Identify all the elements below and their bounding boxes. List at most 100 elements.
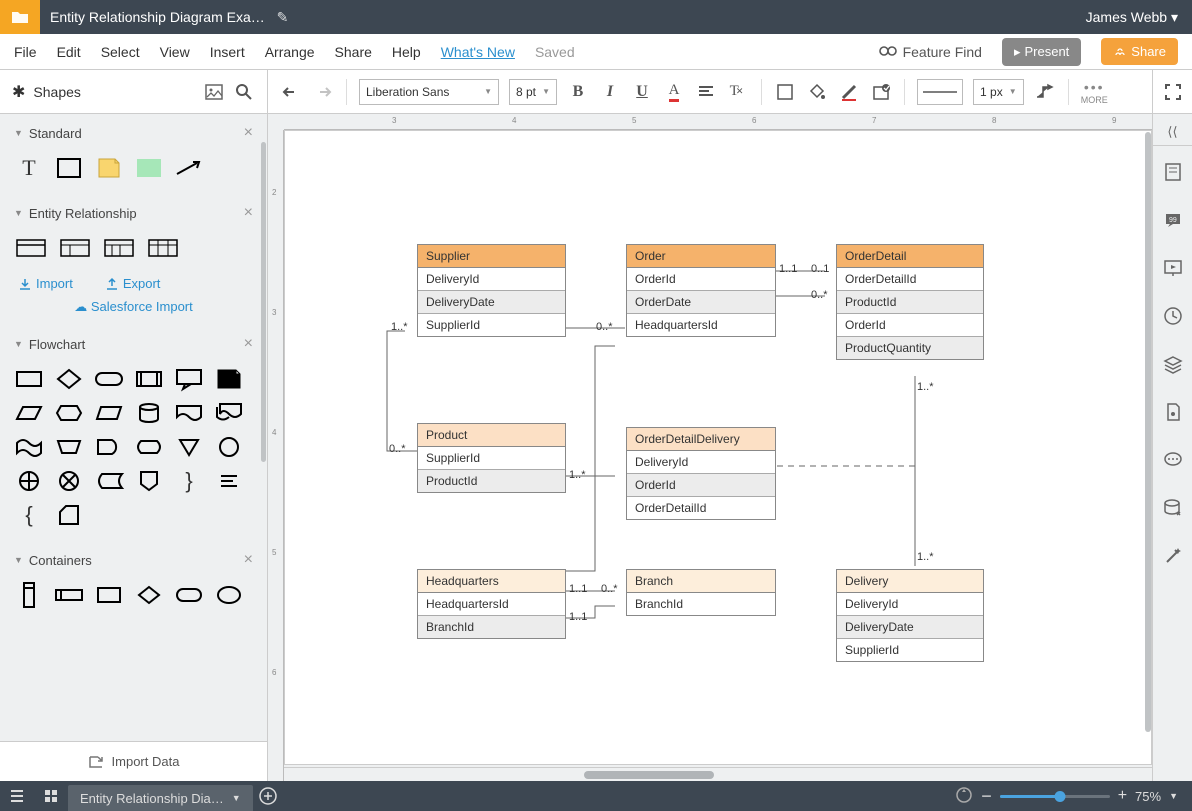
dock-history-icon[interactable] — [1153, 294, 1192, 338]
arrow-shape[interactable] — [174, 156, 204, 180]
fc-sum[interactable] — [14, 469, 44, 493]
table-branch[interactable]: Branch BranchId — [626, 569, 776, 616]
undo-icon[interactable] — [280, 81, 302, 103]
gear-icon[interactable]: ✱ — [12, 82, 25, 102]
salesforce-import-button[interactable]: ☁ Salesforce Import — [0, 299, 267, 325]
list-icon[interactable] — [0, 781, 34, 811]
fc-card[interactable] — [54, 503, 84, 527]
table-order[interactable]: Order OrderId OrderDate HeadquartersId — [626, 244, 776, 337]
fc-delay[interactable] — [94, 435, 124, 459]
cont-lane-v[interactable] — [14, 583, 44, 607]
canvas-hscrollbar[interactable] — [284, 767, 1152, 781]
close-icon[interactable]: × — [244, 124, 253, 142]
fc-diamond[interactable] — [54, 367, 84, 391]
menu-select[interactable]: Select — [101, 44, 140, 60]
table-headquarters[interactable]: Headquarters HeadquartersId BranchId — [417, 569, 566, 639]
underline-button[interactable]: U — [631, 81, 653, 103]
import-data-button[interactable]: Import Data — [0, 741, 267, 781]
border-button[interactable] — [838, 81, 860, 103]
fc-tape[interactable] — [14, 435, 44, 459]
fc-trap[interactable] — [14, 401, 44, 425]
cont-diamond[interactable] — [134, 583, 164, 607]
table-orderdetail[interactable]: OrderDetail OrderDetailId ProductId Orde… — [836, 244, 984, 360]
shape-button[interactable] — [774, 81, 796, 103]
document-title[interactable]: Entity Relationship Diagram Exa… ✎ — [40, 9, 1072, 26]
folder-icon[interactable] — [0, 0, 40, 34]
cont-rect[interactable] — [94, 583, 124, 607]
zoom-slider[interactable] — [1000, 795, 1110, 798]
dock-collapse-icon[interactable]: ⟨⟨ — [1153, 118, 1192, 146]
fc-brace-r[interactable]: } — [174, 469, 204, 493]
text-shape[interactable]: T — [14, 156, 44, 180]
menu-arrange[interactable]: Arrange — [265, 44, 315, 60]
fc-display[interactable] — [134, 435, 164, 459]
add-page-button[interactable] — [253, 787, 283, 805]
fc-storage[interactable] — [94, 469, 124, 493]
fc-callout[interactable] — [174, 367, 204, 391]
dock-data-icon[interactable] — [1153, 486, 1192, 530]
zoom-value[interactable]: 75% — [1135, 789, 1161, 804]
table-delivery[interactable]: Delivery DeliveryId DeliveryDate Supplie… — [836, 569, 984, 662]
menu-view[interactable]: View — [160, 44, 190, 60]
dock-chat-icon[interactable] — [1153, 438, 1192, 482]
er-import-button[interactable]: Import — [18, 276, 73, 291]
fc-extract[interactable] — [174, 435, 204, 459]
dock-magic-icon[interactable] — [1153, 534, 1192, 578]
menu-insert[interactable]: Insert — [210, 44, 245, 60]
fc-db[interactable] — [134, 401, 164, 425]
menu-file[interactable]: File — [14, 44, 37, 60]
er-export-button[interactable]: Export — [105, 276, 161, 291]
fc-rect[interactable] — [14, 367, 44, 391]
fc-doc[interactable] — [174, 401, 204, 425]
cont-pill[interactable] — [174, 583, 204, 607]
panel-containers-header[interactable]: ▼Containers× — [0, 541, 267, 579]
er-table-1[interactable] — [14, 236, 48, 260]
table-supplier[interactable]: Supplier DeliveryId DeliveryDate Supplie… — [417, 244, 566, 337]
fc-offpage[interactable] — [134, 469, 164, 493]
er-table-2[interactable] — [58, 236, 92, 260]
fc-para[interactable] — [94, 401, 124, 425]
fontsize-select[interactable]: 8 pt — [509, 79, 557, 105]
fc-list[interactable] — [214, 469, 244, 493]
align-button[interactable] — [695, 81, 717, 103]
table-product[interactable]: Product SupplierId ProductId — [417, 423, 566, 493]
close-icon[interactable]: × — [244, 551, 253, 569]
er-table-3[interactable] — [102, 236, 136, 260]
panel-er-header[interactable]: ▼Entity Relationship× — [0, 194, 267, 232]
close-icon[interactable]: × — [244, 204, 253, 222]
canvas[interactable]: Supplier DeliveryId DeliveryDate Supplie… — [284, 130, 1152, 765]
fc-terminator[interactable] — [94, 367, 124, 391]
fc-manual[interactable] — [54, 435, 84, 459]
pencil-icon[interactable]: ✎ — [277, 9, 289, 25]
close-icon[interactable]: × — [244, 335, 253, 353]
redo-icon[interactable] — [312, 81, 334, 103]
line-width-select[interactable]: 1 px — [973, 79, 1024, 105]
line-route-button[interactable] — [1034, 81, 1056, 103]
line-style-select[interactable] — [917, 79, 963, 105]
clear-format-button[interactable]: T✕ — [727, 81, 749, 103]
fc-connector[interactable] — [214, 435, 244, 459]
cont-ellipse[interactable] — [214, 583, 244, 607]
menu-edit[interactable]: Edit — [57, 44, 81, 60]
fc-note[interactable] — [214, 367, 244, 391]
er-table-4[interactable] — [146, 236, 180, 260]
fc-predef[interactable] — [134, 367, 164, 391]
zoom-in-button[interactable]: + — [1118, 787, 1127, 805]
autosync-icon[interactable] — [955, 786, 973, 807]
user-menu[interactable]: James Webb ▾ — [1072, 9, 1192, 26]
dock-comment-icon[interactable]: 99 — [1153, 198, 1192, 242]
rect-shape[interactable] — [54, 156, 84, 180]
zoom-out-button[interactable]: − — [981, 786, 992, 807]
panel-standard-header[interactable]: ▼Standard× — [0, 114, 267, 152]
fc-or[interactable] — [54, 469, 84, 493]
dock-present-icon[interactable] — [1153, 246, 1192, 290]
sidebar-scrollbar-thumb[interactable] — [261, 142, 266, 462]
fc-brace-l[interactable]: { — [14, 503, 44, 527]
hscroll-thumb[interactable] — [584, 771, 714, 779]
bold-button[interactable]: B — [567, 81, 589, 103]
page-tab[interactable]: Entity Relationship Dia…▼ — [68, 785, 253, 811]
feature-find[interactable]: Feature Find — [879, 43, 982, 60]
more-button[interactable]: •••MORE — [1081, 79, 1108, 105]
shape-style-button[interactable] — [870, 81, 892, 103]
fill-button[interactable] — [806, 81, 828, 103]
